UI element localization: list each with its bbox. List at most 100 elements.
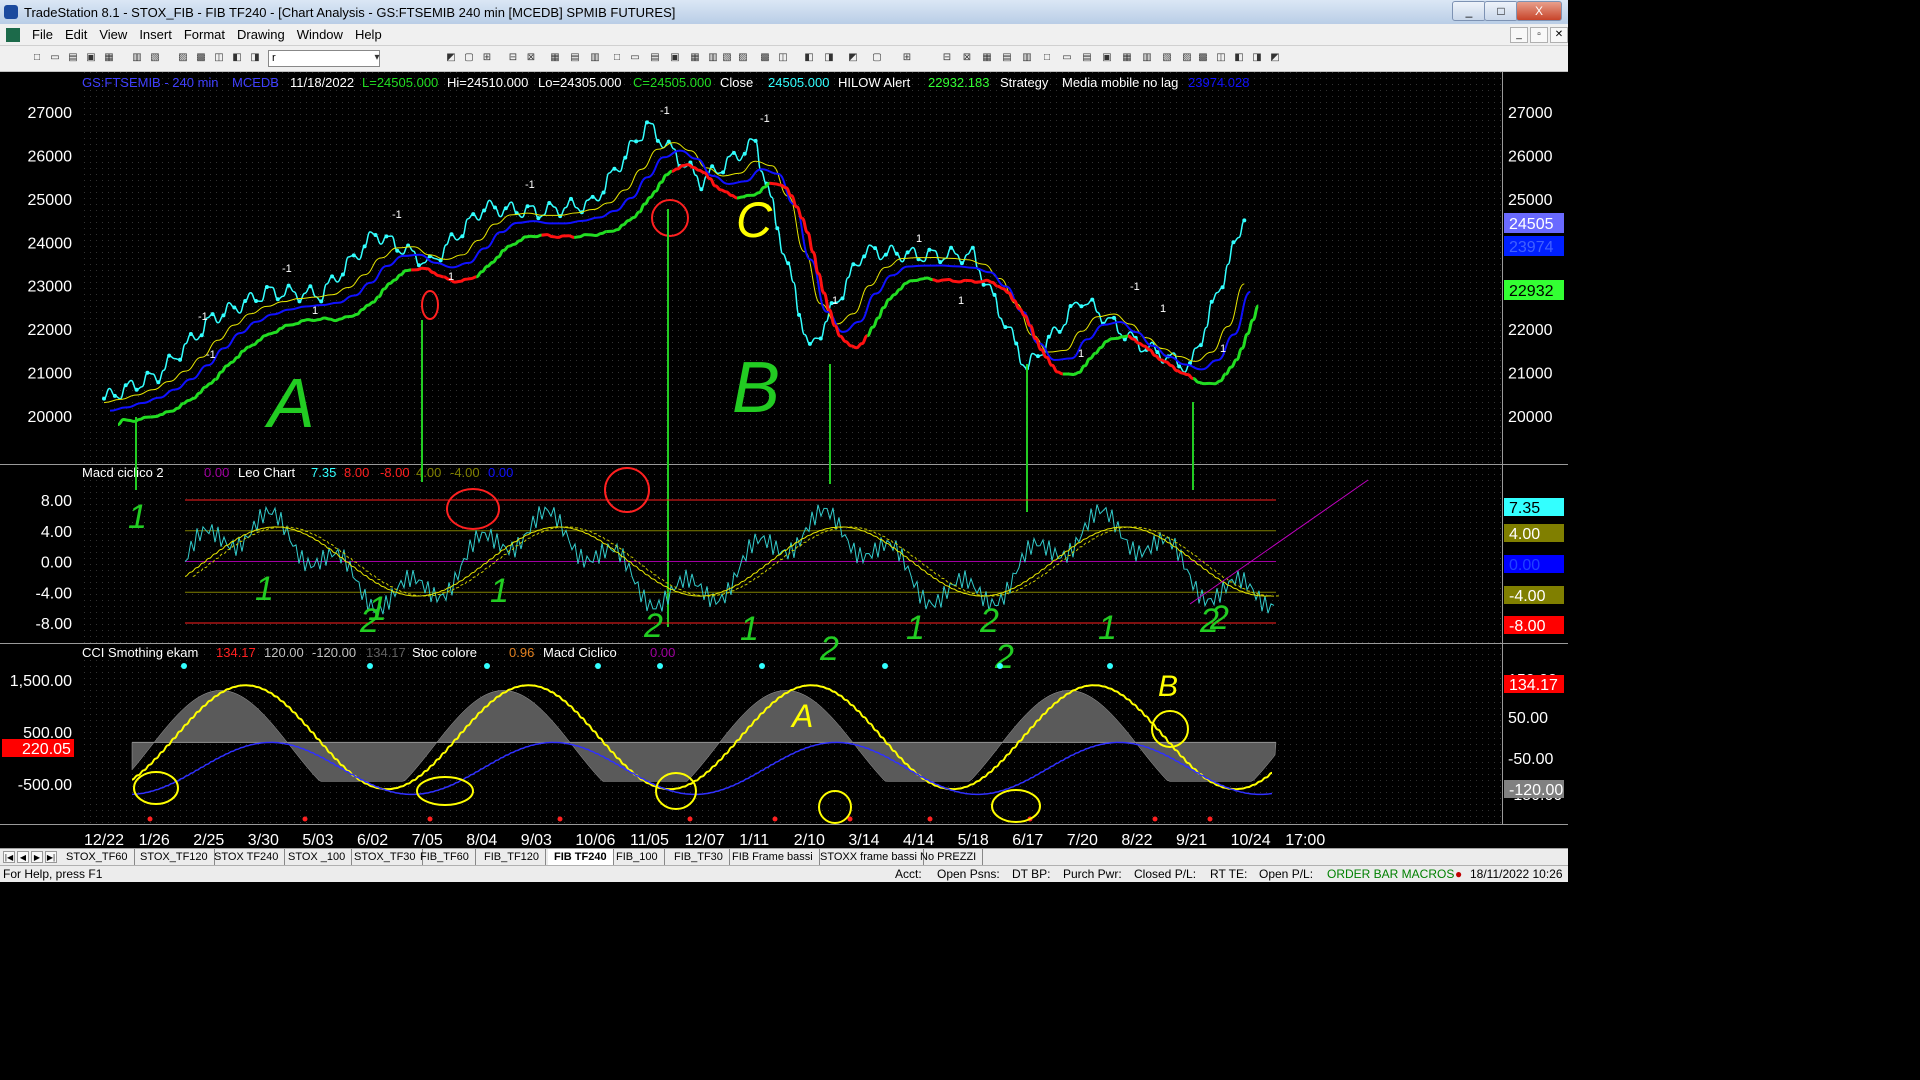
menu-file[interactable]: File (26, 27, 59, 42)
toolbar-tool-icon[interactable]: ◧ (802, 51, 816, 65)
toolbar-tool-icon[interactable]: ▨ (736, 51, 750, 65)
sheet-tab[interactable]: FIB Frame bassi (726, 849, 820, 865)
toolbar-tool-icon[interactable]: ▨ (1180, 51, 1194, 65)
toolbar-tool-icon[interactable]: ◧ (230, 51, 244, 65)
toolbar-tool-icon[interactable]: ⊟ (506, 51, 520, 65)
toolbar-tool-icon[interactable]: ▤ (568, 51, 582, 65)
toolbar-tool-icon[interactable]: ▥ (706, 51, 720, 65)
toolbar-tool-icon[interactable]: ◫ (212, 51, 226, 65)
sheet-tab[interactable]: STOX_TF60 (60, 849, 135, 865)
sheet-tab[interactable]: STOX _100 (282, 849, 353, 865)
toolbar-tool-icon[interactable]: ▣ (1100, 51, 1114, 65)
toolbar-tool-icon[interactable]: ▨ (176, 51, 190, 65)
toolbar-tool-icon[interactable]: ▢ (462, 51, 476, 65)
toolbar-tool-icon[interactable]: ▦ (102, 51, 116, 65)
toolbar-tool-icon[interactable]: □ (1040, 51, 1054, 65)
help-text: For Help, press F1 (3, 867, 103, 881)
price-bar-dot (731, 150, 736, 155)
order-bar-macros[interactable]: ORDER BAR MACROS (1327, 867, 1454, 881)
macd-pane-label: Macd ciclico 2 (82, 465, 164, 480)
toolbar-tool-icon[interactable]: ▭ (48, 51, 62, 65)
toolbar-tool-icon[interactable]: ▦ (980, 51, 994, 65)
toolbar-tool-icon[interactable]: ⊟ (940, 51, 954, 65)
menu-drawing[interactable]: Drawing (231, 27, 291, 42)
close-button[interactable]: X (1516, 1, 1562, 21)
maximize-button[interactable]: □ (1484, 1, 1518, 21)
sheet-tab[interactable]: FIB TF240 (548, 849, 614, 865)
toolbar-tool-icon[interactable]: ▢ (870, 51, 884, 65)
toolbar-tool-icon[interactable]: ◧ (1232, 51, 1246, 65)
toolbar-tool-icon[interactable]: ▧ (1160, 51, 1174, 65)
toolbar-tool-icon[interactable]: ⊠ (524, 51, 538, 65)
toolbar-tool-icon[interactable]: ◫ (1214, 51, 1228, 65)
toolbar-tool-icon[interactable]: ▭ (628, 51, 642, 65)
toolbar-tool-icon[interactable]: ▣ (668, 51, 682, 65)
last-tab-button[interactable]: ▶| (45, 851, 57, 863)
toolbar-tool-icon[interactable]: □ (610, 51, 624, 65)
toolbar-tool-icon[interactable]: ◩ (444, 51, 458, 65)
toolbar-tool-icon[interactable]: ⊞ (480, 51, 494, 65)
toolbar-tool-icon[interactable]: ◨ (248, 51, 262, 65)
chart-area[interactable]: GS:FTSEMIB - 240 min MCEDB 11/18/2022 L=… (0, 72, 1568, 848)
toolbar-tool-icon[interactable]: ▧ (148, 51, 162, 65)
symbol-combo[interactable]: r (268, 50, 380, 67)
toolbar-tool-icon[interactable]: □ (30, 51, 44, 65)
mdi-restore-button[interactable]: ▫ (1530, 27, 1548, 43)
toolbar-tool-icon[interactable]: ▦ (1120, 51, 1134, 65)
macd-badge: -8.00 (1509, 618, 1546, 635)
toolbar-tool-icon[interactable]: ▧ (720, 51, 734, 65)
sheet-tab[interactable]: FIB_100 (610, 849, 665, 865)
first-tab-button[interactable]: |◀ (3, 851, 15, 863)
menu-insert[interactable]: Insert (133, 27, 178, 42)
toolbar-tool-icon[interactable]: ▥ (1020, 51, 1034, 65)
toolbar-tool-icon[interactable]: ▦ (688, 51, 702, 65)
macd-pane[interactable] (80, 465, 1502, 643)
toolbar-tool-icon[interactable]: ◫ (776, 51, 790, 65)
sheet-tab[interactable]: FIB_TF30 (668, 849, 730, 865)
toolbar-tool-icon[interactable]: ▥ (1140, 51, 1154, 65)
sheet-tab[interactable]: STOX TF240 (208, 849, 286, 865)
price-bar-dot (199, 333, 204, 338)
next-tab-button[interactable]: ▶ (31, 851, 43, 863)
price-bar-dot (1155, 350, 1160, 355)
toolbar-tool-icon[interactable]: ▣ (84, 51, 98, 65)
mdi-minimize-button[interactable]: _ (1510, 27, 1528, 43)
price-bar-dot (807, 341, 812, 346)
toolbar-tool-icon[interactable]: ▩ (758, 51, 772, 65)
toolbar-tool-icon[interactable]: ◩ (1268, 51, 1282, 65)
menu-format[interactable]: Format (178, 27, 231, 42)
app-icon (4, 5, 18, 19)
toolbar-tool-icon[interactable]: ▤ (1000, 51, 1014, 65)
toolbar-tool-icon[interactable]: ▭ (1060, 51, 1074, 65)
prev-tab-button[interactable]: ◀ (17, 851, 29, 863)
sheet-tab[interactable]: FIB_TF120 (478, 849, 547, 865)
toolbar-tool-icon[interactable]: ⊞ (900, 51, 914, 65)
sheet-tab[interactable]: STOX_TF120 (134, 849, 215, 865)
menu-edit[interactable]: Edit (59, 27, 93, 42)
toolbar-tool-icon[interactable]: ◩ (846, 51, 860, 65)
toolbar-tool-icon[interactable]: ▤ (648, 51, 662, 65)
toolbar-tool-icon[interactable]: ▤ (66, 51, 80, 65)
toolbar-tool-icon[interactable]: ▩ (194, 51, 208, 65)
macd-badge: 4.00 (1509, 526, 1540, 543)
mdi-close-button[interactable]: ✕ (1550, 27, 1568, 43)
menu-view[interactable]: View (93, 27, 133, 42)
toolbar-tool-icon[interactable]: ▥ (588, 51, 602, 65)
toolbar-tool-icon[interactable]: ▦ (548, 51, 562, 65)
toolbar-tool-icon[interactable]: ◨ (822, 51, 836, 65)
toolbar-tool-icon[interactable]: ▤ (1080, 51, 1094, 65)
price-bar-dot (1035, 354, 1040, 359)
sheet-tab[interactable]: No PREZZI (914, 849, 984, 865)
chevron-down-icon[interactable]: ▾ (370, 51, 384, 65)
minimize-button[interactable]: _ (1452, 1, 1486, 21)
menu-window[interactable]: Window (291, 27, 349, 42)
toolbar-tool-icon[interactable]: ◨ (1250, 51, 1264, 65)
toolbar-tool-icon[interactable]: ▥ (130, 51, 144, 65)
menu-help[interactable]: Help (349, 27, 388, 42)
toolbar-tool-icon[interactable]: ⊠ (960, 51, 974, 65)
sheet-tab[interactable]: STOXX frame bassi (814, 849, 924, 865)
toolbar-tool-icon[interactable]: ▩ (1196, 51, 1210, 65)
sheet-tab[interactable]: STOX_TF30 (348, 849, 423, 865)
sheet-tab[interactable]: FIB_TF60 (414, 849, 476, 865)
price-bar-dot (1014, 341, 1019, 346)
